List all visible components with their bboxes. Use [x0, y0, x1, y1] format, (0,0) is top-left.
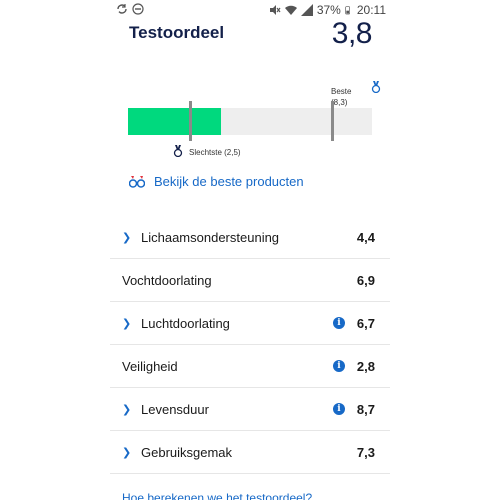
score-bar-track: [128, 108, 372, 135]
worst-score-label: Slechtste (2,5): [189, 148, 241, 157]
wifi-icon: [284, 5, 297, 15]
compare-icon: [129, 175, 145, 188]
criteria-value: 6,9: [356, 273, 375, 288]
best-marker: [330, 101, 334, 141]
overall-score: 3,8: [331, 17, 373, 50]
criteria-list: ❯ Lichaamsondersteuning 4,4 Vochtdoorlat…: [110, 216, 390, 474]
criteria-value: 4,4: [356, 230, 375, 245]
best-label-value: (8,3): [331, 98, 348, 107]
best-score-label: Beste (8,3): [331, 86, 351, 108]
battery-icon: [345, 6, 350, 15]
criteria-value: 6,7: [356, 316, 375, 331]
chevron-right-icon: ❯: [122, 404, 132, 416]
info-icon[interactable]: i: [333, 317, 345, 329]
signal-icon: [300, 4, 313, 16]
chevron-right-icon: ❯: [122, 318, 132, 330]
status-bar: 37% 20:11: [0, 0, 500, 20]
criteria-label: Veiligheid: [122, 359, 178, 374]
criteria-value: 2,8: [356, 359, 375, 374]
criteria-row-lichaamsondersteuning[interactable]: ❯ Lichaamsondersteuning 4,4: [110, 216, 390, 259]
criteria-row-veiligheid: Veiligheid i 2,8: [110, 345, 390, 388]
status-right: 37% 20:11: [269, 3, 386, 17]
criteria-label: Vochtdoorlating: [122, 273, 212, 288]
criteria-label: Lichaamsondersteuning: [141, 230, 280, 245]
best-label-text: Beste: [331, 87, 352, 96]
score-bar-fill: [128, 108, 221, 135]
clock: 20:11: [356, 3, 386, 17]
best-products-link-text: Bekijk de beste producten: [154, 174, 304, 189]
chevron-right-icon: ❯: [122, 447, 132, 459]
do-not-disturb-icon: [132, 3, 144, 15]
chevron-right-icon: ❯: [122, 232, 132, 244]
criteria-value: 8,7: [356, 402, 375, 417]
criteria-row-luchtdoorlating[interactable]: ❯ Luchtdoorlating i 6,7: [110, 302, 390, 345]
criteria-label: Luchtdoorlating: [141, 316, 230, 331]
status-left: [116, 3, 144, 15]
best-products-link[interactable]: Bekijk de beste producten: [129, 174, 304, 189]
page-title: Testoordeel: [129, 23, 225, 42]
info-icon[interactable]: i: [333, 360, 345, 372]
score-explanation-link[interactable]: Hoe berekenen we het testoordeel?: [122, 491, 312, 500]
criteria-label: Levensduur: [141, 402, 209, 417]
criteria-row-gebruiksgemak[interactable]: ❯ Gebruiksgemak 7,3: [110, 431, 390, 474]
battery-percentage: 37%: [316, 3, 341, 17]
criteria-label: Gebruiksgemak: [141, 445, 233, 460]
mute-icon: [269, 5, 281, 15]
medal-icon: [371, 81, 381, 93]
criteria-value: 7,3: [356, 445, 375, 460]
info-icon[interactable]: i: [333, 403, 345, 415]
criteria-row-vochtdoorlating: Vochtdoorlating 6,9: [110, 259, 390, 302]
worst-marker: [189, 101, 192, 141]
sync-icon: [117, 4, 127, 14]
medal-icon: [173, 145, 183, 157]
criteria-row-levensduur[interactable]: ❯ Levensduur i 8,7: [110, 388, 390, 431]
